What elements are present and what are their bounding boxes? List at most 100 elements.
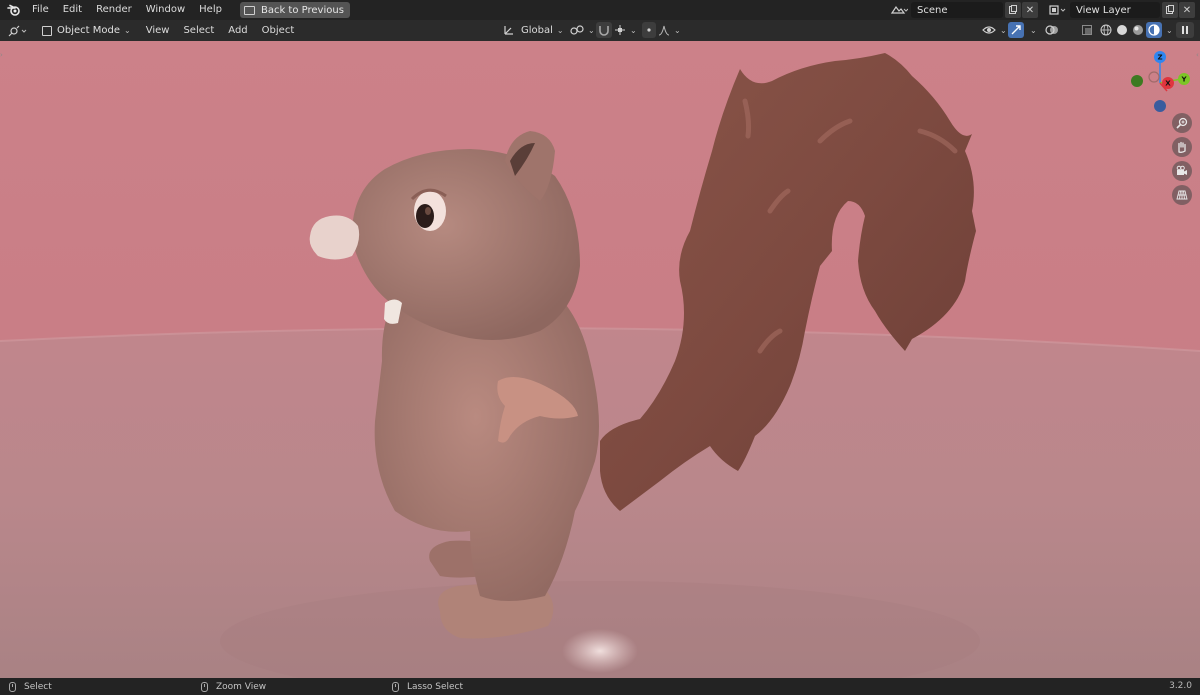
gizmo-dropdown[interactable]: ⌄	[1026, 22, 1037, 38]
blender-logo-icon[interactable]	[3, 0, 25, 20]
snap-toggle[interactable]	[596, 22, 612, 38]
back-to-previous-label: Back to Previous	[260, 4, 344, 16]
grid-perspective-icon	[1176, 190, 1188, 200]
scene-name-text: Scene	[917, 4, 948, 16]
object-mode-dropdown[interactable]: Object Mode ⌄	[38, 22, 135, 39]
right-region-toggle[interactable]: ‹	[1196, 51, 1200, 61]
perspective-toggle-button[interactable]	[1172, 185, 1192, 205]
transform-orientation-label: Global	[521, 24, 553, 36]
object-visibility-dropdown[interactable]: ⌄	[982, 22, 1007, 38]
status-lasso-label: Lasso Select	[407, 681, 464, 692]
wireframe-sphere-icon	[1100, 24, 1112, 36]
pan-view-button[interactable]	[1172, 137, 1192, 157]
chevron-down-icon: ⌄	[1166, 25, 1173, 35]
magnet-icon	[599, 26, 609, 36]
snap-target-dropdown[interactable]: ⌄	[614, 22, 637, 38]
neg-y-axis-handle[interactable]	[1131, 75, 1143, 87]
status-select-hint: Select	[9, 678, 52, 695]
snap-increment-icon	[615, 25, 625, 35]
shading-wireframe-button[interactable]	[1098, 22, 1114, 38]
chevron-down-icon: ⌄	[588, 25, 595, 35]
xray-icon	[1082, 25, 1092, 35]
delete-scene-icon[interactable]: ✕	[1022, 2, 1038, 18]
delete-view-layer-icon[interactable]: ✕	[1179, 2, 1195, 18]
new-scene-icon[interactable]	[1005, 2, 1021, 18]
status-bar: Select Zoom View Lasso Select 3.2.0	[0, 678, 1200, 695]
view-layer-name-field[interactable]: View Layer	[1070, 2, 1160, 18]
x-axis-label: X	[1165, 80, 1171, 88]
status-zoom-label: Zoom View	[216, 681, 267, 692]
shading-solid-button[interactable]	[1114, 22, 1130, 38]
chevron-down-icon: ⌄	[124, 26, 131, 35]
header-menu-select[interactable]: Select	[176, 21, 221, 41]
xray-toggle[interactable]	[1080, 22, 1094, 38]
navigation-gizmo[interactable]: Z Y X	[1125, 49, 1195, 119]
rendered-sphere-icon	[1148, 24, 1160, 36]
header-menu-object[interactable]: Object	[255, 21, 302, 41]
header-menu-add[interactable]: Add	[221, 21, 254, 41]
chevron-down-icon: ⌄	[630, 25, 637, 35]
screen-back-icon	[243, 5, 255, 15]
y-axis-label: Y	[1180, 76, 1187, 84]
pause-render-button[interactable]	[1176, 22, 1194, 38]
shading-dropdown[interactable]: ⌄	[1162, 22, 1173, 38]
status-select-label: Select	[24, 681, 52, 692]
shading-rendered-button[interactable]	[1146, 22, 1162, 38]
orientation-axes-icon	[504, 26, 513, 35]
menu-help[interactable]: Help	[192, 0, 229, 20]
transform-orientation-dropdown[interactable]: Global ⌄	[503, 22, 564, 38]
neg-x-axis-handle[interactable]	[1148, 71, 1160, 83]
header-menu-view[interactable]: View	[139, 21, 177, 41]
menu-file[interactable]: File	[25, 0, 56, 20]
scene-selector-icon[interactable]	[887, 2, 911, 18]
camera-view-button[interactable]	[1172, 161, 1192, 181]
back-to-previous-button[interactable]: Back to Previous	[239, 2, 350, 18]
overlays-toggle[interactable]	[1044, 22, 1060, 38]
menu-edit[interactable]: Edit	[56, 0, 89, 20]
mouse-right-icon	[392, 681, 399, 692]
version-label: 3.2.0	[1169, 681, 1192, 691]
zoom-view-button[interactable]	[1172, 113, 1192, 133]
eye-visibility-icon	[982, 26, 996, 34]
workspace-fields: Scene ✕ View Layer ✕	[887, 2, 1200, 18]
solid-sphere-icon	[1117, 25, 1127, 35]
3d-viewport[interactable]: Z Y X › ‹	[0, 41, 1200, 678]
hand-pan-icon	[1178, 141, 1186, 153]
status-zoom-hint: Zoom View	[201, 678, 266, 695]
top-menu-bar: File Edit Render Window Help Back to Pre…	[0, 0, 1200, 20]
object-mode-icon	[42, 25, 52, 36]
pivot-point-dropdown[interactable]: ⌄	[570, 22, 595, 38]
mouse-left-icon	[9, 681, 16, 692]
z-axis-label: Z	[1157, 54, 1162, 62]
mouse-middle-icon	[201, 681, 208, 692]
menu-render[interactable]: Render	[89, 0, 139, 20]
editor-type-icon[interactable]	[8, 23, 32, 39]
chevron-down-icon: ⌄	[674, 25, 681, 35]
material-sphere-icon	[1133, 25, 1143, 35]
view-layer-name-text: View Layer	[1076, 4, 1131, 16]
menu-window[interactable]: Window	[139, 0, 192, 20]
left-region-toggle[interactable]: ›	[0, 51, 4, 61]
gizmo-toggle[interactable]	[1008, 22, 1024, 38]
status-lasso-hint: Lasso Select	[392, 678, 463, 695]
viewport-header: Object Mode ⌄ View Select Add Object Glo…	[0, 20, 1200, 41]
view-layer-selector-icon[interactable]	[1044, 2, 1070, 18]
gizmo-arrow-icon	[1011, 25, 1021, 35]
pause-icon	[1182, 26, 1188, 34]
neg-z-axis-handle[interactable]	[1154, 100, 1166, 112]
shading-material-button[interactable]	[1130, 22, 1146, 38]
new-view-layer-icon[interactable]	[1162, 2, 1178, 18]
object-mode-label: Object Mode	[57, 25, 120, 36]
falloff-curve-icon	[658, 25, 670, 36]
chevron-down-icon: ⌄	[556, 25, 564, 35]
proportional-editing-toggle[interactable]	[642, 22, 656, 38]
pivot-link-icon	[570, 25, 584, 35]
proportional-dot-icon	[647, 28, 651, 32]
camera-icon	[1176, 165, 1187, 175]
scene-name-field[interactable]: Scene	[911, 2, 1003, 18]
chevron-down-icon: ⌄	[1000, 25, 1007, 35]
proportional-falloff-dropdown[interactable]: ⌄	[658, 22, 681, 38]
rendered-scene[interactable]	[0, 41, 1200, 678]
overlay-circles-icon	[1045, 25, 1058, 35]
zoom-icon	[1176, 117, 1188, 129]
